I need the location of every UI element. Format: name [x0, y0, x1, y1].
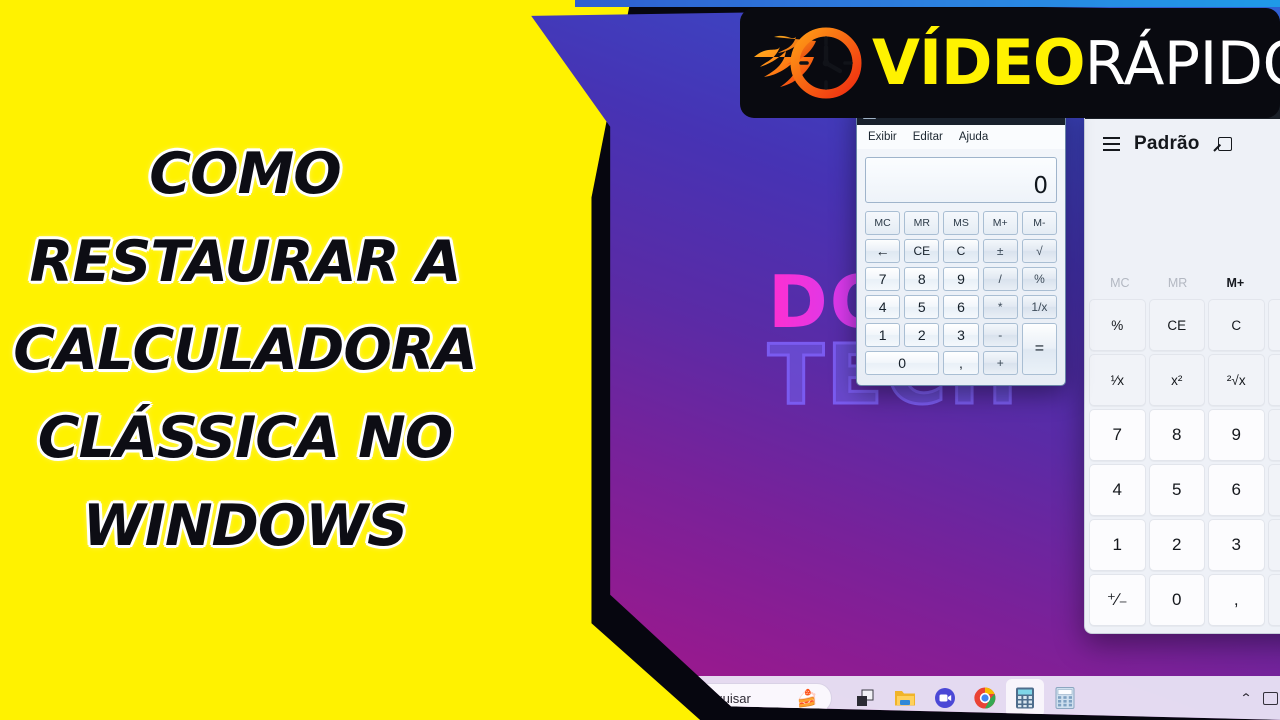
- classic-calculator-display: 0: [865, 157, 1057, 203]
- classic-key-3[interactable]: 3: [943, 323, 979, 347]
- classic-key-[interactable]: -: [982, 323, 1018, 347]
- classic-menu-item-exibir[interactable]: Exibir: [868, 131, 897, 143]
- classic-key-[interactable]: %: [1021, 267, 1057, 291]
- modern-key-9[interactable]: 9: [1208, 409, 1265, 461]
- teams-chat-icon: [935, 688, 955, 708]
- classic-key-[interactable]: √: [1021, 239, 1057, 263]
- classic-calculator-body: 0 MC MR MS M+ M- ← CE C ± √ 7 8 9/% 4 5 6 * 1/x 1 2 3- = 0, +: [857, 149, 1065, 385]
- tray-box-icon[interactable]: [1263, 691, 1278, 705]
- modern-key-[interactable]: +: [1267, 519, 1280, 571]
- classic-key-C[interactable]: C: [943, 239, 979, 263]
- hamburger-icon[interactable]: [1103, 137, 1120, 151]
- classic-menu-item-ajuda[interactable]: Ajuda: [959, 131, 988, 143]
- modern-memory-m-[interactable]: M-: [1264, 276, 1280, 290]
- taskbar-item-calculator-modern[interactable]: [1006, 679, 1044, 717]
- modern-key-x[interactable]: ¹⁄x: [1089, 354, 1146, 406]
- classic-key-7[interactable]: 7: [865, 267, 901, 291]
- calculator-classic-icon: [1055, 687, 1075, 709]
- modern-key-3[interactable]: 3: [1208, 519, 1265, 571]
- classic-key-MS[interactable]: MS: [943, 211, 979, 235]
- cake-icon: 🍰: [796, 688, 818, 708]
- title-line-4: CLÁSSICA NO: [37, 405, 454, 471]
- classic-key-9[interactable]: 9: [943, 267, 979, 291]
- brand-rapido-text: RÁPIDO: [1084, 29, 1280, 99]
- classic-key-5[interactable]: 5: [904, 295, 940, 319]
- classic-key-8[interactable]: 8: [904, 267, 940, 291]
- modern-calculator-keypad: %CEC⌫ ¹⁄xx²²√x÷ 789× 456− 123+ ⁺∕₋0,=: [1085, 299, 1280, 631]
- modern-memory-mc: MC: [1110, 276, 1130, 290]
- classic-key-[interactable]: ←: [865, 239, 901, 263]
- classic-key-6[interactable]: 6: [943, 295, 979, 319]
- title-line-1: COMO: [149, 141, 341, 207]
- modern-memory-mr: MR: [1167, 276, 1188, 290]
- classic-key-1x[interactable]: 1/x: [1021, 295, 1057, 319]
- modern-key-8[interactable]: 8: [1148, 409, 1205, 461]
- modern-key-[interactable]: ⌫: [1267, 299, 1280, 351]
- classic-key-MR[interactable]: MR: [904, 211, 940, 235]
- classic-calculator-keypad: MC MR MS M+ M- ← CE C ± √ 7 8 9/% 4 5 6 * 1/x 1 2 3- = 0, +: [865, 211, 1057, 375]
- title-line-2: RESTAURAR A: [29, 229, 461, 295]
- modern-key-CE[interactable]: CE: [1148, 299, 1205, 351]
- classic-key-M[interactable]: M+: [982, 211, 1018, 235]
- classic-key-[interactable]: +: [982, 351, 1018, 375]
- modern-key-2[interactable]: 2: [1148, 519, 1205, 571]
- modern-key-7[interactable]: 7: [1089, 409, 1146, 461]
- classic-key-[interactable]: /: [982, 267, 1018, 291]
- modern-calculator-window[interactable]: Calculadora Padrão MCMRM+M- %CEC⌫¹⁄xx²²√…: [1084, 96, 1280, 634]
- taskbar-item-chrome[interactable]: [966, 679, 1004, 717]
- brand-wordmark: VÍDEO RÁPIDO: [872, 26, 1280, 99]
- calculator-mode-label: Padrão: [1134, 133, 1200, 154]
- title-line-3: CALCULADORA: [13, 317, 478, 383]
- task-view-icon: [857, 689, 874, 706]
- classic-key-4[interactable]: 4: [865, 295, 901, 319]
- brand-banner: VÍDEO RÁPIDO: [740, 8, 1280, 118]
- modern-key-[interactable]: =: [1267, 574, 1280, 626]
- modern-key-1[interactable]: 1: [1089, 519, 1146, 571]
- modern-key-[interactable]: ×: [1267, 409, 1280, 461]
- classic-calculator-menubar: Exibir Editar Ajuda: [857, 125, 1065, 149]
- modern-key-0[interactable]: 0: [1148, 574, 1205, 626]
- classic-key-0[interactable]: 0: [865, 351, 940, 375]
- modern-calculator-display: [1085, 155, 1280, 267]
- modern-key-[interactable]: ,: [1208, 574, 1265, 626]
- classic-menu-item-editar[interactable]: Editar: [913, 131, 943, 143]
- modern-key-C[interactable]: C: [1208, 299, 1265, 351]
- modern-calculator-memory-row: MC MR M+M-: [1085, 267, 1280, 299]
- taskbar-item-calculator-classic[interactable]: [1046, 679, 1084, 717]
- modern-key-[interactable]: ÷: [1267, 354, 1280, 406]
- chevron-up-icon[interactable]: ⌃: [1240, 691, 1253, 705]
- classic-key-MC[interactable]: MC: [865, 211, 901, 235]
- modern-key-[interactable]: %: [1089, 299, 1146, 351]
- modern-key-5[interactable]: 5: [1148, 464, 1205, 516]
- file-explorer-icon: [895, 691, 915, 706]
- chrome-icon: [974, 687, 996, 709]
- classic-key-CE[interactable]: CE: [904, 239, 940, 263]
- classic-calculator-window[interactable]: Calcul... — ✕ ExibirEditarAjuda 0 MCMRMS…: [856, 98, 1066, 386]
- title-line-5: WINDOWS: [82, 493, 408, 559]
- window-top-strip: [575, 0, 1280, 7]
- modern-key-4[interactable]: 4: [1089, 464, 1146, 516]
- taskbar-system-tray: ⌃: [1240, 691, 1280, 705]
- calculator-modern-icon: [1016, 687, 1034, 709]
- classic-key-2[interactable]: 2: [904, 323, 940, 347]
- modern-key-6[interactable]: 6: [1208, 464, 1265, 516]
- modern-key-[interactable]: ⁺∕₋: [1089, 574, 1146, 626]
- modern-key-x[interactable]: x²: [1148, 354, 1205, 406]
- modern-key-x[interactable]: ²√x: [1208, 354, 1265, 406]
- thumbnail-title: COMO RESTAURAR A CALCULADORA CLÁSSICA NO…: [0, 130, 490, 570]
- flaming-clock-icon: [754, 27, 862, 99]
- thumbnail-canvas: COMO RESTAURAR A CALCULADORA CLÁSSICA NO…: [0, 0, 1280, 720]
- modern-key-[interactable]: −: [1267, 464, 1280, 516]
- classic-key-[interactable]: ±: [982, 239, 1018, 263]
- classic-key-[interactable]: *: [982, 295, 1018, 319]
- classic-key-[interactable]: =: [1021, 323, 1057, 375]
- modern-calculator-header: Padrão: [1085, 119, 1280, 155]
- classic-key-1[interactable]: 1: [865, 323, 901, 347]
- classic-key-M[interactable]: M-: [1021, 211, 1057, 235]
- brand-video-text: VÍDEO: [872, 26, 1086, 99]
- keep-on-top-icon[interactable]: [1214, 135, 1232, 153]
- classic-key-[interactable]: ,: [943, 351, 979, 375]
- modern-memory-m+[interactable]: M+: [1207, 276, 1265, 290]
